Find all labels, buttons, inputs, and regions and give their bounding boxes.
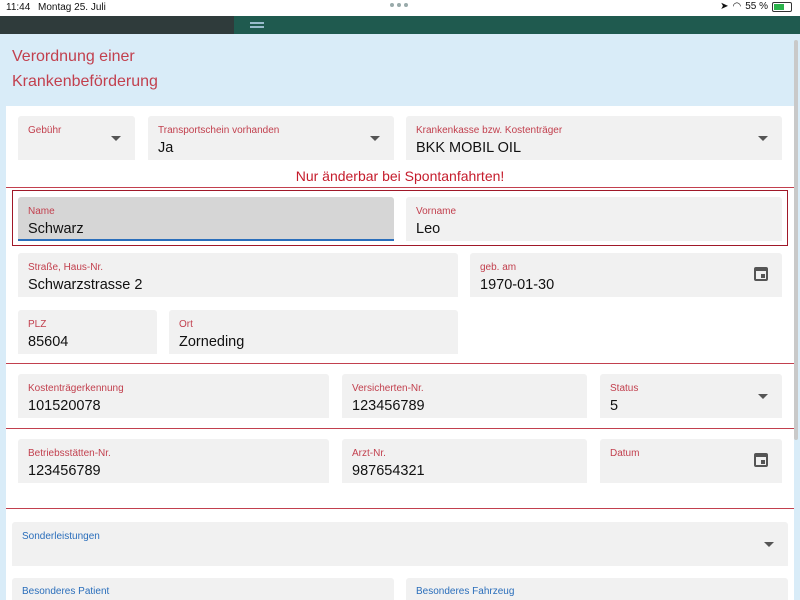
arzt-nr-value: 987654321 xyxy=(352,463,425,479)
title-line-2: Krankenbeförderung xyxy=(12,73,158,90)
background-appbar xyxy=(234,16,800,34)
divider xyxy=(6,363,794,364)
besonderes-patient-select[interactable]: Besonderes Patient xyxy=(12,578,394,600)
multitask-dots-icon[interactable] xyxy=(390,3,412,9)
sonderleistungen-label: Sonderleistungen xyxy=(22,531,100,542)
besonderes-fahrzeug-label: Besonderes Fahrzeug xyxy=(416,586,515,597)
sonderleistungen-select[interactable]: Sonderleistungen xyxy=(12,522,788,566)
datum-label: Datum xyxy=(610,448,640,459)
location-icon: ➤ xyxy=(720,1,729,12)
status-select[interactable]: Status 5 xyxy=(600,374,782,418)
scrollbar[interactable] xyxy=(794,40,798,440)
betriebsstaetten-nr-value: 123456789 xyxy=(28,463,101,479)
ort-label: Ort xyxy=(179,319,193,330)
status-time: 11:44 xyxy=(6,2,31,13)
besonderes-fahrzeug-select[interactable]: Besonderes Fahrzeug xyxy=(406,578,788,600)
arzt-nr-input[interactable]: Arzt-Nr. 987654321 xyxy=(342,439,587,483)
versicherten-nr-value: 123456789 xyxy=(352,398,425,414)
besonderes-patient-label: Besonderes Patient xyxy=(22,586,110,597)
vorname-label: Vorname xyxy=(416,206,457,217)
status-date: Montag 25. Juli xyxy=(38,2,106,13)
betriebsstaetten-nr-input[interactable]: Betriebsstätten-Nr. 123456789 xyxy=(18,439,329,483)
spontan-notice: Nur änderbar bei Spontanfahrten! xyxy=(295,168,505,184)
wifi-icon: ◠ xyxy=(732,1,742,12)
krankenkasse-select[interactable]: Krankenkasse bzw. Kostenträger BKK MOBIL… xyxy=(406,116,782,160)
strasse-input[interactable]: Straße, Haus-Nr. Schwarzstrasse 2 xyxy=(18,253,458,297)
chevron-down-icon xyxy=(758,394,768,399)
versicherten-nr-label: Versicherten-Nr. xyxy=(352,383,424,394)
betriebsstaetten-nr-label: Betriebsstätten-Nr. xyxy=(28,448,111,459)
chevron-down-icon xyxy=(111,136,121,141)
divider xyxy=(6,187,794,188)
chevron-down-icon xyxy=(764,542,774,547)
arzt-nr-label: Arzt-Nr. xyxy=(352,448,386,459)
battery-percent: 55 % xyxy=(745,1,768,12)
title-line-1: Verordnung einer xyxy=(12,48,135,65)
kostentraegerkennung-value: 101520078 xyxy=(28,398,101,414)
transportschein-label: Transportschein vorhanden xyxy=(158,125,280,136)
ort-value: Zorneding xyxy=(179,334,245,350)
geburtsdatum-input[interactable]: geb. am 1970-01-30 xyxy=(470,253,782,297)
strasse-value: Schwarzstrasse 2 xyxy=(28,277,143,293)
strasse-label: Straße, Haus-Nr. xyxy=(28,262,104,273)
vorname-input[interactable]: Vorname Leo xyxy=(406,197,782,241)
ort-input[interactable]: Ort Zorneding xyxy=(169,310,458,354)
kostentraegerkennung-label: Kostenträgerkennung xyxy=(28,383,124,394)
status-label: Status xyxy=(610,383,639,394)
kostentraegerkennung-input[interactable]: Kostenträgerkennung 101520078 xyxy=(18,374,329,418)
calendar-icon[interactable] xyxy=(754,267,768,281)
versicherten-nr-input[interactable]: Versicherten-Nr. 123456789 xyxy=(342,374,587,418)
battery-icon xyxy=(772,1,792,12)
vorname-value: Leo xyxy=(416,221,441,237)
chevron-down-icon xyxy=(758,136,768,141)
plz-value: 85604 xyxy=(28,334,69,350)
name-label: Name xyxy=(28,206,55,217)
plz-input[interactable]: PLZ 85604 xyxy=(18,310,157,354)
geburtsdatum-value: 1970-01-30 xyxy=(480,277,555,293)
name-value: Schwarz xyxy=(28,221,84,237)
status-right: ➤ ◠ 55 % xyxy=(720,1,792,12)
background-sidebar xyxy=(0,16,234,34)
chevron-down-icon xyxy=(370,136,380,141)
gebuehr-select[interactable]: Gebühr xyxy=(18,116,135,160)
menu-icon xyxy=(250,22,264,24)
status-bar: 11:44 Montag 25. Juli ➤ ◠ 55 % xyxy=(0,0,800,16)
gebuehr-label: Gebühr xyxy=(28,125,62,136)
divider xyxy=(6,508,794,509)
krankenkasse-value: BKK MOBIL OIL xyxy=(416,140,522,156)
datum-input[interactable]: Datum xyxy=(600,439,782,483)
status-value: 5 xyxy=(610,398,619,414)
geburtsdatum-label: geb. am xyxy=(480,262,517,273)
plz-label: PLZ xyxy=(28,319,47,330)
divider xyxy=(6,428,794,429)
transportschein-select[interactable]: Transportschein vorhanden Ja xyxy=(148,116,394,160)
name-input[interactable]: Name Schwarz xyxy=(18,197,394,241)
page-title: Verordnung einer Krankenbeförderung xyxy=(12,44,158,94)
calendar-icon[interactable] xyxy=(754,453,768,467)
transportschein-value: Ja xyxy=(158,140,174,156)
krankenkasse-label: Krankenkasse bzw. Kostenträger xyxy=(416,125,563,136)
